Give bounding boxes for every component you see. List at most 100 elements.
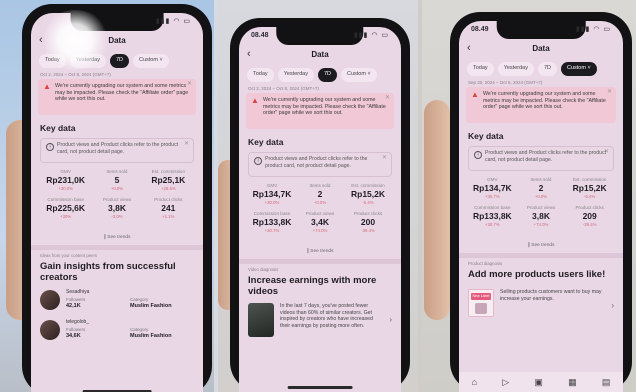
status-time: 08.48	[251, 32, 269, 39]
close-icon[interactable]: ✕	[385, 95, 390, 102]
metric-items-sold[interactable]: Items sold 2 +0.0%	[296, 183, 344, 206]
date-tabs: Today Yesterday 7D Custom ˅	[247, 68, 393, 82]
section-label: Product diagnosis	[468, 261, 503, 266]
category-value: Muslim Fashion	[130, 333, 172, 339]
metric-est-commission[interactable]: Est. commission Rp15,2K -5.4%	[344, 183, 392, 206]
metric-value: Rp25,1K	[151, 175, 186, 185]
metric-product-views[interactable]: Product views 3,8K +74.0%	[517, 205, 566, 228]
close-icon[interactable]: ✕	[382, 155, 387, 162]
metric-change: +30.7%	[484, 194, 500, 199]
tab-yesterday[interactable]: Yesterday	[497, 62, 534, 76]
metrics-grid: GMV Rp134,7K +30.7% Items sold 2 +0.0% Est. …	[468, 177, 614, 228]
metric-change: +30%	[60, 214, 72, 219]
close-icon[interactable]: ✕	[187, 81, 192, 88]
creator-card[interactable]: Sesadhiya Followers 42,1K Category Musli…	[40, 289, 194, 315]
followers-value: 42,1K	[66, 303, 81, 309]
system-notice: ▲ We're currently upgrading our system a…	[38, 79, 196, 115]
metric-items-sold[interactable]: Items sold 5 +0.0%	[91, 169, 142, 192]
metric-gmv[interactable]: GMV Rp231,0K +30.0%	[40, 169, 91, 192]
metric-change: -3.0%	[111, 214, 123, 219]
see-trends-link[interactable]: ∥ See trends	[459, 243, 623, 248]
more-icon[interactable]: ▤	[602, 377, 611, 388]
video-icon[interactable]: ▷	[502, 377, 509, 388]
page-title: Data	[532, 44, 550, 53]
info-icon: i	[46, 143, 54, 151]
divider	[459, 253, 623, 258]
metrics-grid: GMV Rp231,0K +30.0% Items sold 5 +0.0% Est. …	[40, 169, 194, 220]
metric-product-clicks[interactable]: Product clicks 209 -39.4%	[565, 205, 614, 228]
metric-items-sold[interactable]: Items sold 2 +0.0%	[517, 177, 566, 200]
chevron-right-icon: ›	[611, 301, 614, 310]
close-icon[interactable]: ✕	[184, 141, 189, 148]
metric-gmv[interactable]: GMV Rp134,7K +30.0%	[248, 183, 296, 206]
metric-value: Rp225,6K	[46, 203, 86, 213]
section-headline: Increase earnings with more videos	[248, 275, 377, 297]
page-title: Data	[311, 50, 329, 59]
metric-commission-base[interactable]: Commission base Rp225,6K +30%	[40, 197, 91, 220]
grid-icon[interactable]: ▦	[568, 377, 577, 388]
info-text: Product views and Product clicks refer t…	[485, 150, 607, 163]
key-data-heading: Key data	[40, 123, 76, 133]
phone: 08.49 ▮▮▮ ◠ ▭ ‹ Data Today Yesterday 7D …	[450, 12, 632, 392]
metric-value: Rp231,0K	[46, 175, 86, 185]
metric-change: +74.0%	[312, 228, 328, 233]
image-icon[interactable]: ▣	[534, 377, 543, 388]
metric-value: 241	[161, 203, 176, 213]
metric-change: +0.0%	[534, 194, 548, 199]
tab-yesterday[interactable]: Yesterday	[277, 68, 314, 82]
metric-value: 209	[582, 211, 597, 221]
category-label: Category	[130, 297, 149, 302]
metric-est-commission[interactable]: Est. commission Rp15,2K -5.4%	[565, 177, 614, 200]
info-box: i Product views and Product clicks refer…	[248, 152, 392, 177]
tab-custom[interactable]: Custom ˅	[132, 54, 169, 68]
notch	[496, 21, 586, 39]
tab-7d[interactable]: 7D	[317, 68, 337, 82]
see-trends-link[interactable]: ∥ See trends	[31, 235, 203, 240]
tab-7d[interactable]: 7D	[537, 62, 557, 76]
metric-commission-base[interactable]: Commission base Rp133,8K +30.7%	[248, 211, 296, 234]
creator-name: Sesadhiya	[66, 289, 90, 295]
metric-product-views[interactable]: Product views 3,4K +74.0%	[296, 211, 344, 234]
metric-change: -5.4%	[584, 194, 596, 199]
key-data-heading: Key data	[468, 131, 504, 141]
close-icon[interactable]: ✕	[604, 149, 609, 156]
system-notice: ▲ We're currently upgrading our system a…	[246, 93, 394, 129]
metric-commission-base[interactable]: Commission base Rp133,8K +30.7%	[468, 205, 517, 228]
status-icons: ▮▮▮ ◠ ▭	[575, 26, 611, 33]
metric-change: -5.4%	[362, 200, 374, 205]
date-range: Oct 2, 2024 – Oct 8, 2024 (GMT+7)	[248, 86, 319, 91]
article-card[interactable]: New Label Selling products customers wan…	[468, 289, 614, 321]
info-icon: i	[474, 151, 482, 159]
metric-value: 2	[317, 189, 323, 199]
metric-value: Rp133,8K	[252, 217, 292, 227]
tab-today[interactable]: Today	[467, 62, 494, 76]
metric-value: Rp15,2K	[350, 189, 385, 199]
tab-custom[interactable]: Custom ˅	[340, 68, 377, 82]
metric-est-commission[interactable]: Est. commission Rp25,1K +28.6%	[143, 169, 194, 192]
notice-text: We're currently upgrading our system and…	[263, 97, 386, 117]
article-text: In the last 7 days, you've posted fewer …	[280, 303, 373, 329]
tab-7d[interactable]: 7D	[109, 54, 129, 68]
metric-value: Rp134,7K	[252, 189, 292, 199]
notice-text: We're currently upgrading our system and…	[483, 91, 606, 111]
metric-change: +30.0%	[58, 186, 74, 191]
info-icon: i	[254, 157, 262, 165]
metric-product-views[interactable]: Product views 3,8K -3.0%	[91, 197, 142, 220]
close-icon[interactable]: ✕	[607, 89, 612, 96]
camera-glare	[40, 10, 110, 70]
top-nav: ‹ Data	[239, 47, 401, 65]
article-card[interactable]: In the last 7 days, you've posted fewer …	[248, 303, 392, 343]
creator-card[interactable]: telegolob_ Followers 34,6K Category Musl…	[40, 319, 194, 345]
metric-gmv[interactable]: GMV Rp134,7K +30.7%	[468, 177, 517, 200]
shop-icon[interactable]: ⌂	[472, 377, 477, 387]
tab-today[interactable]: Today	[247, 68, 274, 82]
status-icons: ▮▮▮ ◠ ▭	[155, 18, 191, 25]
section-label: Ideas from your content peers	[40, 253, 98, 258]
metric-product-clicks[interactable]: Product clicks 241 +1.1%	[143, 197, 194, 220]
tab-custom[interactable]: Custom ˅	[560, 62, 597, 76]
top-nav: ‹ Data	[459, 41, 623, 59]
photo-panel-3: 08.49 ▮▮▮ ◠ ▭ ‹ Data Today Yesterday 7D …	[422, 0, 636, 392]
metric-product-clicks[interactable]: Product clicks 200 -39.4%	[344, 211, 392, 234]
metric-value: Rp134,7K	[472, 183, 512, 193]
see-trends-link[interactable]: ∥ See trends	[239, 249, 401, 254]
